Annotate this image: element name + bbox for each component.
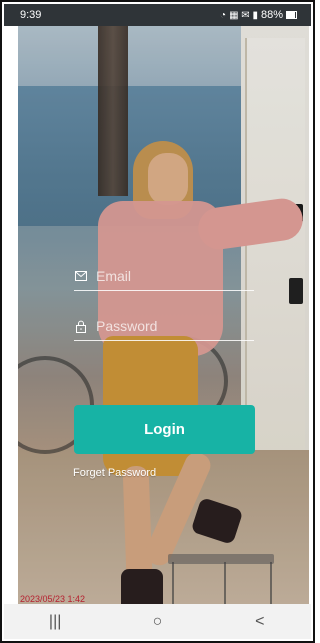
- status-right-icons: ◔ ▦ ✉ ▮ 88%: [220, 9, 297, 21]
- home-icon: ○: [152, 612, 163, 630]
- back-icon: <: [255, 612, 265, 630]
- status-time: 9:39: [20, 9, 42, 21]
- android-navigation-bar: ||| ○ <: [4, 604, 311, 639]
- password-field[interactable]: [74, 312, 254, 341]
- battery-icon: [286, 11, 297, 19]
- login-button[interactable]: Login: [74, 405, 255, 454]
- email-field[interactable]: [74, 262, 254, 291]
- phone-frame: 9:39 ◔ ▦ ✉ ▮ 88% Email Login Forget Pass…: [0, 0, 315, 643]
- login-background: Login Forget Password 2023/05/23 1:42: [18, 26, 309, 610]
- forgot-password-link[interactable]: Forget Password: [73, 467, 156, 479]
- back-button[interactable]: <: [235, 607, 285, 637]
- timestamp-watermark: 2023/05/23 1:42: [20, 594, 86, 604]
- lock-icon: [74, 319, 88, 333]
- wifi-icon: ◔: [220, 9, 227, 21]
- status-bar: 9:39 ◔ ▦ ✉ ▮ 88%: [4, 4, 311, 26]
- mail-icon: [74, 269, 88, 283]
- recent-apps-icon: |||: [48, 612, 62, 630]
- password-input[interactable]: [94, 317, 238, 335]
- signal-icons: ▦ ✉ ▮: [229, 9, 258, 21]
- home-button[interactable]: ○: [132, 607, 182, 637]
- recent-apps-button[interactable]: |||: [30, 607, 80, 637]
- battery-percentage: 88%: [260, 9, 283, 21]
- email-input[interactable]: [94, 267, 238, 285]
